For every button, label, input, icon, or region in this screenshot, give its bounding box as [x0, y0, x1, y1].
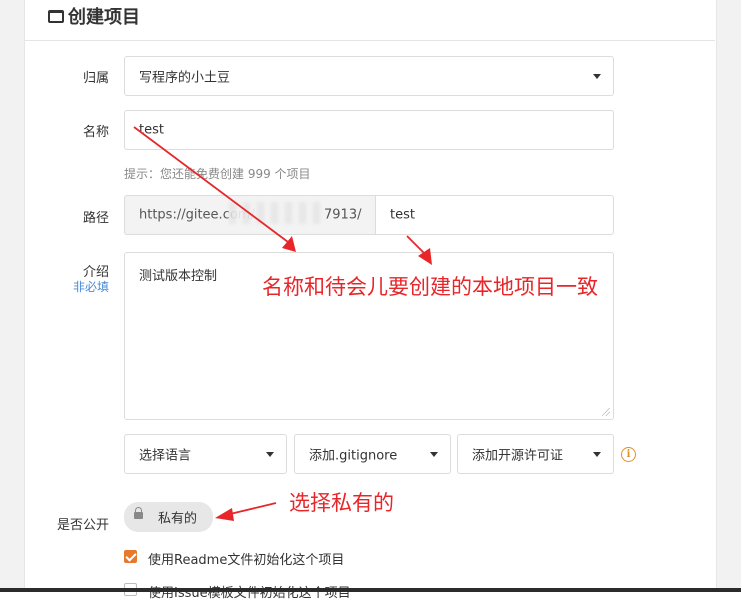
name-annotation: 名称和待会儿要创建的本地项目一致	[262, 275, 598, 299]
intro-textarea-value: 测试版本控制	[139, 269, 218, 284]
owner-label: 归属	[82, 71, 109, 86]
name-label: 名称	[82, 125, 109, 140]
resize-grip-icon[interactable]	[602, 408, 610, 416]
name-hint: 提示：您还能免费创建 999 个项目	[124, 167, 311, 181]
path-label: 路径	[82, 211, 109, 226]
owner-select-value: 写程序的小土豆	[139, 70, 231, 86]
readme-checkbox[interactable]	[124, 550, 137, 563]
license-select[interactable]: 添加开源许可证	[457, 434, 614, 474]
path-input-value: test	[390, 207, 415, 223]
bottom-window-edge	[0, 588, 741, 592]
path-prefix-tail: 7913/	[324, 207, 362, 223]
info-icon[interactable]: i	[621, 447, 636, 462]
path-redacted	[229, 202, 321, 224]
path-input[interactable]: test	[375, 195, 614, 235]
chevron-down-icon	[593, 452, 601, 457]
name-input[interactable]: test	[124, 110, 614, 150]
name-input-value: test	[139, 122, 164, 138]
visibility-label: 是否公开	[56, 518, 109, 533]
readme-checkbox-label: 使用Readme文件初始化这个项目	[148, 553, 345, 568]
left-window-edge	[0, 0, 25, 592]
page-title-text: 创建项目	[68, 7, 140, 28]
language-select[interactable]: 选择语言	[124, 434, 287, 474]
page-title: 创建项目	[48, 3, 140, 29]
language-select-value: 选择语言	[139, 448, 192, 464]
owner-select[interactable]: 写程序的小土豆	[124, 56, 614, 96]
private-annotation: 选择私有的	[289, 491, 394, 515]
gitignore-select[interactable]: 添加.gitignore	[294, 434, 451, 474]
folder-icon	[48, 9, 64, 23]
license-select-value: 添加开源许可证	[472, 448, 564, 464]
visibility-toggle-label: 私有的	[158, 511, 198, 527]
right-window-edge	[716, 0, 741, 592]
gitignore-select-value: 添加.gitignore	[309, 448, 398, 464]
intro-optional-label: 非必填	[72, 280, 109, 294]
lock-icon	[134, 507, 143, 519]
chevron-down-icon	[266, 452, 274, 457]
chevron-down-icon	[430, 452, 438, 457]
chevron-down-icon	[593, 74, 601, 79]
title-divider	[25, 40, 715, 41]
path-prefix: https://gitee.com/ 7913/	[124, 195, 376, 235]
visibility-toggle[interactable]: 私有的	[124, 502, 213, 532]
